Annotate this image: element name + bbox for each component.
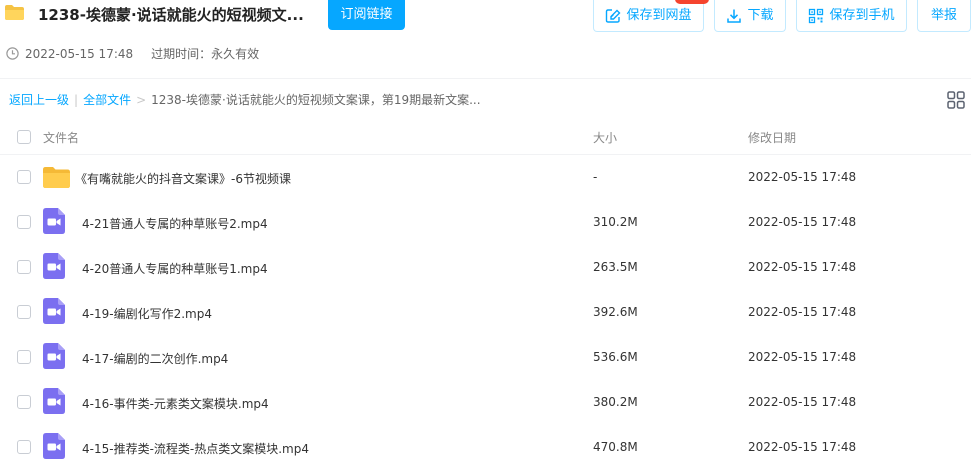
row-checkbox[interactable] [17, 215, 31, 229]
save-to-disk-icon [606, 8, 621, 23]
folder-row[interactable]: 《有嘴就能火的抖音文案课》-6节视频课 - 2022-05-15 17:48 [0, 155, 971, 200]
row-checkbox[interactable] [17, 350, 31, 364]
breadcrumb: 返回上一级 | 全部文件 > 1238-埃德蒙·说话就能火的短视频文案课，第19… [9, 91, 481, 108]
share-time: 2022-05-15 17:48 [25, 46, 134, 61]
file-size: - [593, 170, 598, 184]
row-checkbox[interactable] [17, 395, 31, 409]
file-size: 310.2M [593, 215, 638, 229]
file-name[interactable]: 4-15-推荐类-流程类-热点类文案模块.mp4 [82, 440, 309, 457]
file-table-header: 文件名 大小 修改日期 [0, 118, 971, 155]
select-all-checkbox[interactable] [17, 130, 31, 144]
file-size: 263.5M [593, 260, 638, 274]
file-name[interactable]: 《有嘴就能火的抖音文案课》-6节视频课 [75, 170, 291, 187]
video-file-icon [43, 253, 65, 282]
current-path: 1238-埃德蒙·说话就能火的短视频文案课，第19期最新文案... [151, 93, 481, 107]
row-checkbox[interactable] [17, 305, 31, 319]
video-file-icon [43, 208, 65, 237]
download-icon [727, 9, 742, 23]
modified-date: 2022-05-15 17:48 [748, 260, 857, 274]
save-to-phone-label: 保存到手机 [829, 7, 895, 23]
column-header-name[interactable]: 文件名 [43, 129, 79, 146]
file-name[interactable]: 4-17-编剧的二次创作.mp4 [82, 350, 228, 367]
column-header-size[interactable]: 大小 [593, 129, 617, 146]
page-title: 1238-埃德蒙·说话就能火的短视频文... [38, 6, 304, 24]
modified-date: 2022-05-15 17:48 [748, 170, 857, 184]
clock-icon [6, 47, 19, 60]
row-checkbox[interactable] [17, 260, 31, 274]
file-name[interactable]: 4-21普通人专属的种草账号2.mp4 [82, 215, 268, 232]
save-to-disk-label: 保存到网盘 [626, 7, 692, 23]
download-button[interactable]: 下载 [714, 0, 786, 32]
video-file-icon [43, 343, 65, 372]
file-size: 470.8M [593, 440, 638, 454]
file-row[interactable]: 4-20普通人专属的种草账号1.mp4 263.5M 2022-05-15 17:4… [0, 245, 971, 290]
download-label: 下载 [747, 7, 774, 23]
row-checkbox[interactable] [17, 170, 31, 184]
column-header-date[interactable]: 修改日期 [748, 129, 796, 146]
report-button[interactable]: 举报 [917, 0, 971, 32]
file-name[interactable]: 4-16-事件类-元素类文案模块.mp4 [82, 395, 269, 412]
file-row[interactable]: 4-21普通人专属的种草账号2.mp4 310.2M 2022-05-15 17:4… [0, 200, 971, 245]
top-bar: 1238-埃德蒙·说话就能火的短视频文... 订阅链接 保存到网盘 下载 保存到… [0, 0, 971, 34]
modified-date: 2022-05-15 17:48 [748, 305, 857, 319]
breadcrumb-separator: > [136, 92, 147, 107]
video-file-icon [43, 433, 65, 462]
folder-icon [43, 167, 70, 191]
hot-badge [675, 0, 709, 4]
file-row[interactable]: 4-17-编剧的二次创作.mp4 536.6M 2022-05-15 17:48 [0, 335, 971, 380]
grid-view-icon[interactable] [947, 91, 965, 109]
file-name[interactable]: 4-19-编剧化写作2.mp4 [82, 305, 212, 322]
file-name[interactable]: 4-20普通人专属的种草账号1.mp4 [82, 260, 268, 277]
file-size: 392.6M [593, 305, 638, 319]
share-meta: 2022-05-15 17:48 过期时间：永久有效 [6, 45, 259, 62]
file-size: 380.2M [593, 395, 638, 409]
save-to-phone-button[interactable]: 保存到手机 [796, 0, 907, 32]
modified-date: 2022-05-15 17:48 [748, 395, 857, 409]
breadcrumb-separator: | [74, 92, 79, 107]
folder-icon [5, 5, 24, 20]
all-files-link[interactable]: 全部文件 [83, 91, 131, 108]
expire-time: 过期时间：永久有效 [151, 47, 260, 61]
video-file-icon [43, 388, 65, 417]
modified-date: 2022-05-15 17:48 [748, 440, 857, 454]
qr-code-icon [809, 8, 824, 23]
file-row[interactable]: 4-19-编剧化写作2.mp4 392.6M 2022-05-15 17:48 [0, 290, 971, 335]
divider [0, 78, 971, 79]
modified-date: 2022-05-15 17:48 [748, 215, 857, 229]
subscribe-button[interactable]: 订阅链接 [328, 0, 405, 30]
modified-date: 2022-05-15 17:48 [748, 350, 857, 364]
video-file-icon [43, 298, 65, 327]
file-size: 536.6M [593, 350, 638, 364]
save-to-disk-button[interactable]: 保存到网盘 [593, 0, 704, 32]
file-row[interactable]: 4-15-推荐类-流程类-热点类文案模块.mp4 470.8M 2022-05-15… [0, 425, 971, 469]
file-row[interactable]: 4-16-事件类-元素类文案模块.mp4 380.2M 2022-05-15 17:… [0, 380, 971, 425]
back-link[interactable]: 返回上一级 [9, 91, 69, 108]
row-checkbox[interactable] [17, 440, 31, 454]
